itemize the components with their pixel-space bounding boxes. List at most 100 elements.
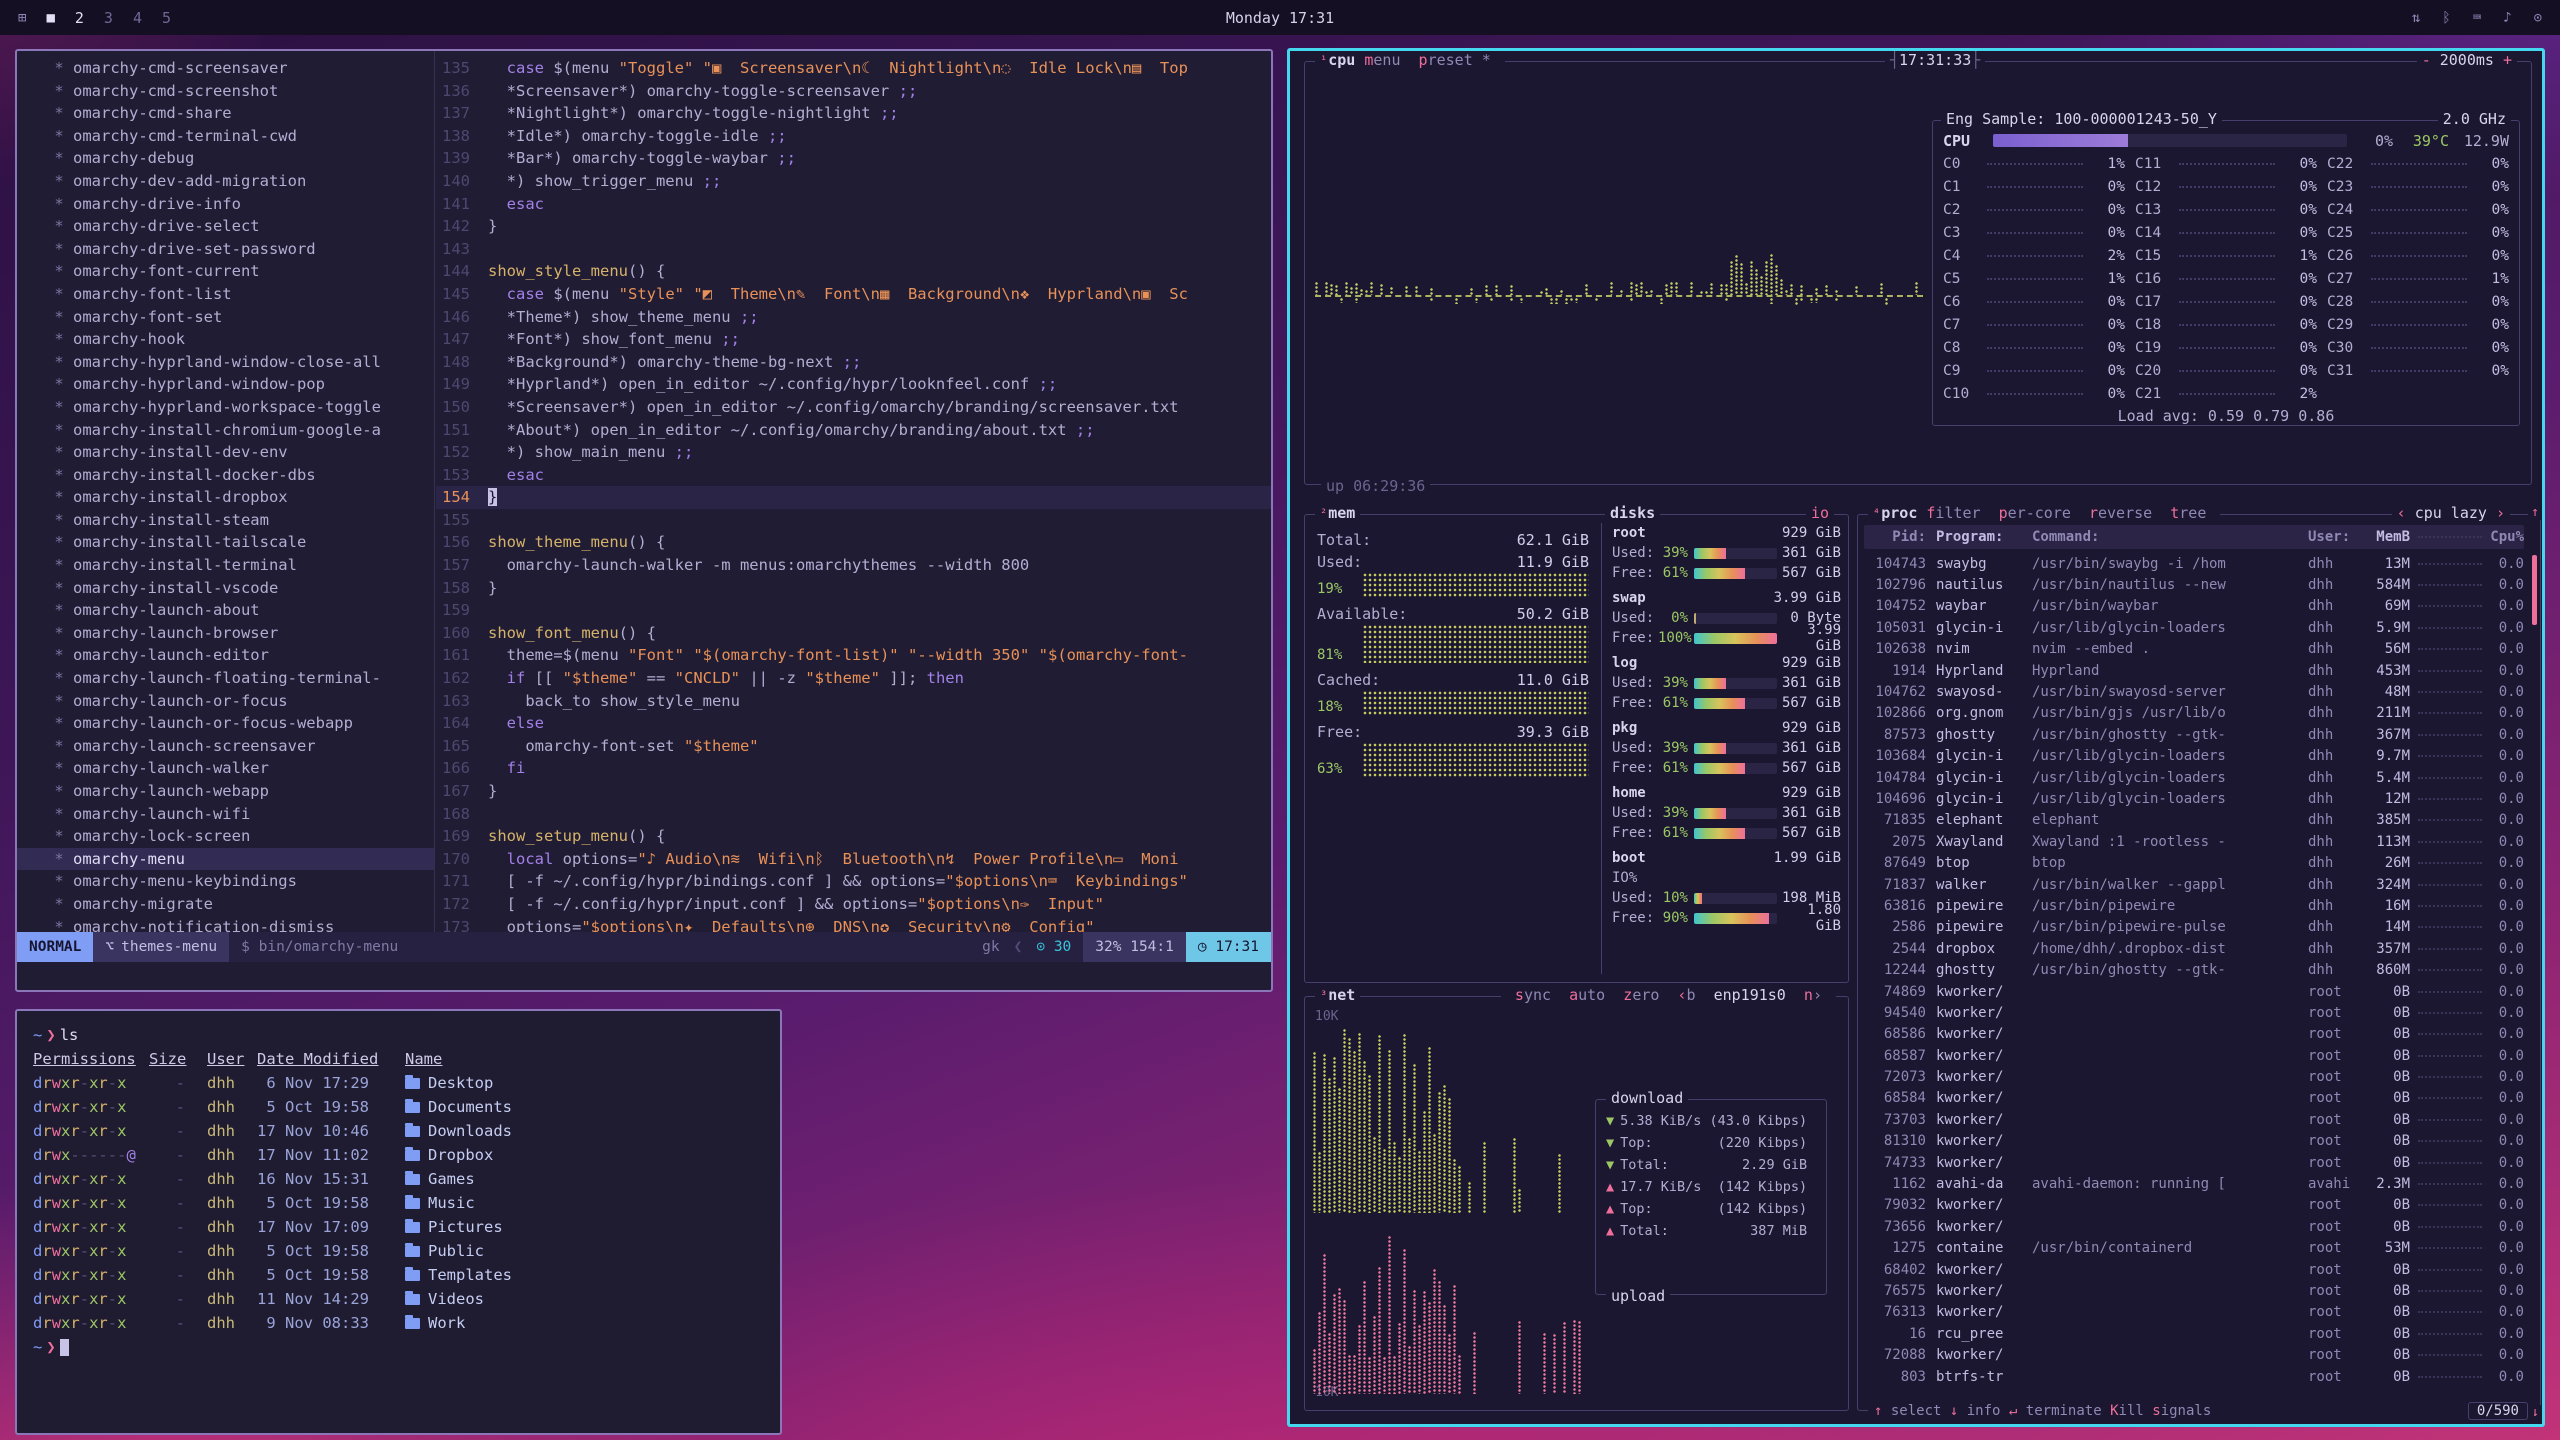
process-row[interactable]: 1162avahi-daavahi-daemon: running [avahi… bbox=[1864, 1173, 2524, 1194]
file-list-item[interactable]: * omarchy-launch-screensaver bbox=[17, 735, 434, 758]
process-row[interactable]: 87573ghostty/usr/bin/ghostty --gtk-dhh36… bbox=[1864, 724, 2524, 745]
network-icon[interactable]: ⇅ bbox=[2412, 10, 2420, 26]
file-list-item[interactable]: * omarchy-drive-select bbox=[17, 215, 434, 238]
file-list-item[interactable]: * omarchy-install-tailscale bbox=[17, 531, 434, 554]
process-row[interactable]: 104696glycin-i/usr/lib/glycin-loadersdhh… bbox=[1864, 788, 2524, 809]
file-list-item[interactable]: * omarchy-install-dropbox bbox=[17, 486, 434, 509]
file-list-item[interactable]: * omarchy-drive-set-password bbox=[17, 238, 434, 261]
file-list-item[interactable]: * omarchy-launch-about bbox=[17, 599, 434, 622]
preset-button[interactable]: preset * bbox=[1410, 51, 1500, 69]
process-row[interactable]: 12244ghostty/usr/bin/ghostty --gtk-dhh86… bbox=[1864, 959, 2524, 980]
process-row[interactable]: 803btrfs-trroot0B0.0 bbox=[1864, 1366, 2524, 1387]
process-column-header[interactable]: Cpu% bbox=[2490, 529, 2524, 545]
net-zero-button[interactable]: zero bbox=[1614, 986, 1668, 1004]
reverse-button[interactable]: reverse bbox=[2080, 504, 2161, 522]
file-row[interactable]: drwxr-xr-x-dhh17 Nov 17:09Pictures bbox=[33, 1215, 764, 1239]
process-row[interactable]: 1914HyprlandHyprlanddhh453M0.0 bbox=[1864, 660, 2524, 681]
process-column-header[interactable]: Command: bbox=[2032, 529, 2308, 545]
file-list-item[interactable]: * omarchy-hook bbox=[17, 328, 434, 351]
process-row[interactable]: 68402kworker/root0B0.0 bbox=[1864, 1259, 2524, 1280]
process-row[interactable]: 104784glycin-i/usr/lib/glycin-loadersdhh… bbox=[1864, 767, 2524, 788]
file-row[interactable]: drwxr-xr-x-dhh 5 Oct 19:58Documents bbox=[33, 1095, 764, 1119]
filter-button[interactable]: filter bbox=[1917, 504, 1989, 522]
net-sync-button[interactable]: sync bbox=[1506, 986, 1560, 1004]
process-row[interactable]: 68584kworker/root0B0.0 bbox=[1864, 1088, 2524, 1109]
disks-io-toggle[interactable]: io bbox=[1806, 504, 1834, 522]
file-list-item[interactable]: * omarchy-launch-webapp bbox=[17, 780, 434, 803]
process-row[interactable]: 2544dropbox/home/dhh/.dropbox-distdhh357… bbox=[1864, 938, 2524, 959]
process-row[interactable]: 102796nautilus/usr/bin/nautilus --newdhh… bbox=[1864, 574, 2524, 595]
process-row[interactable]: 94540kworker/root0B0.0 bbox=[1864, 1002, 2524, 1023]
tree-button[interactable]: tree bbox=[2161, 504, 2215, 522]
file-list-item[interactable]: * omarchy-install-vscode bbox=[17, 577, 434, 600]
file-list-item[interactable]: * omarchy-menu bbox=[17, 848, 434, 871]
footer-keybind[interactable]: ↵ terminate bbox=[2009, 1403, 2102, 1419]
footer-keybind[interactable]: Kill bbox=[2110, 1403, 2144, 1419]
process-column-header[interactable]: User: bbox=[2308, 529, 2364, 545]
terminal-window[interactable]: ~❯lsPermissionsSizeUserDate ModifiedName… bbox=[15, 1009, 782, 1435]
file-list-item[interactable]: * omarchy-font-current bbox=[17, 260, 434, 283]
scroll-up-arrow[interactable]: ↑ bbox=[2528, 505, 2542, 520]
interval-minus-button[interactable]: - bbox=[2422, 51, 2431, 69]
footer-keybind[interactable]: ↑ select bbox=[1874, 1403, 1941, 1419]
workspace-2[interactable]: 2 bbox=[75, 9, 84, 27]
file-row[interactable]: drwxr-xr-x-dhh 6 Nov 17:29Desktop bbox=[33, 1071, 764, 1095]
active-workspace-icon[interactable]: ■ bbox=[46, 10, 54, 26]
menu-button[interactable]: menu bbox=[1355, 51, 1409, 69]
keyboard-icon[interactable]: ⌨ bbox=[2473, 10, 2481, 26]
process-row[interactable]: 76313kworker/root0B0.0 bbox=[1864, 1302, 2524, 1323]
file-list-item[interactable]: * omarchy-launch-or-focus-webapp bbox=[17, 712, 434, 735]
bluetooth-icon[interactable]: ᛒ bbox=[2442, 10, 2450, 26]
process-row[interactable]: 87649btopbtopdhh26M0.0 bbox=[1864, 852, 2524, 873]
process-scrollbar[interactable] bbox=[2532, 555, 2537, 625]
process-row[interactable]: 72073kworker/root0B0.0 bbox=[1864, 1066, 2524, 1087]
process-row[interactable]: 104752waybar/usr/bin/waybardhh69M0.0 bbox=[1864, 596, 2524, 617]
file-list-item[interactable]: * omarchy-install-dev-env bbox=[17, 441, 434, 464]
process-row[interactable]: 74733kworker/root0B0.0 bbox=[1864, 1152, 2524, 1173]
file-row[interactable]: drwxr-xr-x-dhh 9 Nov 08:33Work bbox=[33, 1311, 764, 1335]
net-b-button[interactable]: ‹b bbox=[1668, 986, 1704, 1004]
file-list-item[interactable]: * omarchy-migrate bbox=[17, 893, 434, 916]
footer-keybind[interactable]: ↓ info bbox=[1950, 1403, 2001, 1419]
file-list-item[interactable]: * omarchy-cmd-screensaver bbox=[17, 57, 434, 80]
process-column-header[interactable]: Pid: bbox=[1864, 529, 1926, 545]
file-list-item[interactable]: * omarchy-font-set bbox=[17, 306, 434, 329]
file-list-item[interactable]: * omarchy-debug bbox=[17, 147, 434, 170]
process-row[interactable]: 68587kworker/root0B0.0 bbox=[1864, 1045, 2524, 1066]
file-list-item[interactable]: * omarchy-menu-keybindings bbox=[17, 870, 434, 893]
file-list-item[interactable]: * omarchy-cmd-screenshot bbox=[17, 80, 434, 103]
file-list-item[interactable]: * omarchy-install-terminal bbox=[17, 554, 434, 577]
file-list-item[interactable]: * omarchy-notification-dismiss bbox=[17, 916, 434, 932]
process-row[interactable]: 105031glycin-i/usr/lib/glycin-loadersdhh… bbox=[1864, 617, 2524, 638]
file-list-item[interactable]: * omarchy-hyprland-window-pop bbox=[17, 373, 434, 396]
process-column-header[interactable]: MemB bbox=[2364, 529, 2410, 545]
file-list-item[interactable]: * omarchy-install-docker-dbs bbox=[17, 464, 434, 487]
file-list-item[interactable]: * omarchy-launch-floating-terminal- bbox=[17, 667, 434, 690]
file-list-item[interactable]: * omarchy-install-steam bbox=[17, 509, 434, 532]
process-row[interactable]: 1275containe/usr/bin/containerdroot53M0.… bbox=[1864, 1238, 2524, 1259]
process-row[interactable]: 79032kworker/root0B0.0 bbox=[1864, 1195, 2524, 1216]
file-list-item[interactable]: * omarchy-hyprland-window-close-all bbox=[17, 351, 434, 374]
volume-icon[interactable]: ♪ bbox=[2503, 10, 2511, 26]
process-row[interactable]: 102866org.gnom/usr/bin/gjs /usr/lib/odhh… bbox=[1864, 703, 2524, 724]
file-row[interactable]: drwxr-xr-x-dhh 5 Oct 19:58Music bbox=[33, 1191, 764, 1215]
net-enp191s0-button[interactable]: enp191s0 bbox=[1705, 986, 1795, 1004]
process-row[interactable]: 2586pipewire/usr/bin/pipewire-pulsedhh14… bbox=[1864, 917, 2524, 938]
file-list-item[interactable]: * omarchy-install-chromium-google-a bbox=[17, 419, 434, 442]
power-icon[interactable]: ⊙ bbox=[2534, 10, 2542, 26]
process-table-header[interactable]: Pid:Program:Command:User:MemBCpu% bbox=[1864, 525, 2524, 549]
process-row[interactable]: 73656kworker/root0B0.0 bbox=[1864, 1216, 2524, 1237]
file-list-item[interactable]: * omarchy-launch-wifi bbox=[17, 803, 434, 826]
process-row[interactable]: 2075XwaylandXwayland :1 -rootless -dhh11… bbox=[1864, 831, 2524, 852]
file-row[interactable]: drwxr-xr-x-dhh16 Nov 15:31Games bbox=[33, 1167, 764, 1191]
file-list-pane[interactable]: * omarchy-cmd-screensaver * omarchy-cmd-… bbox=[17, 51, 435, 932]
workspace-3[interactable]: 3 bbox=[104, 9, 113, 27]
net-n-button[interactable]: n› bbox=[1795, 986, 1831, 1004]
file-row[interactable]: drwxr-xr-x-dhh 5 Oct 19:58Templates bbox=[33, 1263, 764, 1287]
footer-keybind[interactable]: signals bbox=[2152, 1403, 2211, 1419]
file-list-item[interactable]: * omarchy-launch-walker bbox=[17, 757, 434, 780]
code-pane[interactable]: 135 case $(menu "Toggle" "▣ Screensaver\… bbox=[436, 51, 1271, 932]
process-row[interactable]: 76575kworker/root0B0.0 bbox=[1864, 1280, 2524, 1301]
process-row[interactable]: 102638nvimnvim --embed .dhh56M0.0 bbox=[1864, 639, 2524, 660]
process-row[interactable]: 63816pipewire/usr/bin/pipewiredhh16M0.0 bbox=[1864, 895, 2524, 916]
